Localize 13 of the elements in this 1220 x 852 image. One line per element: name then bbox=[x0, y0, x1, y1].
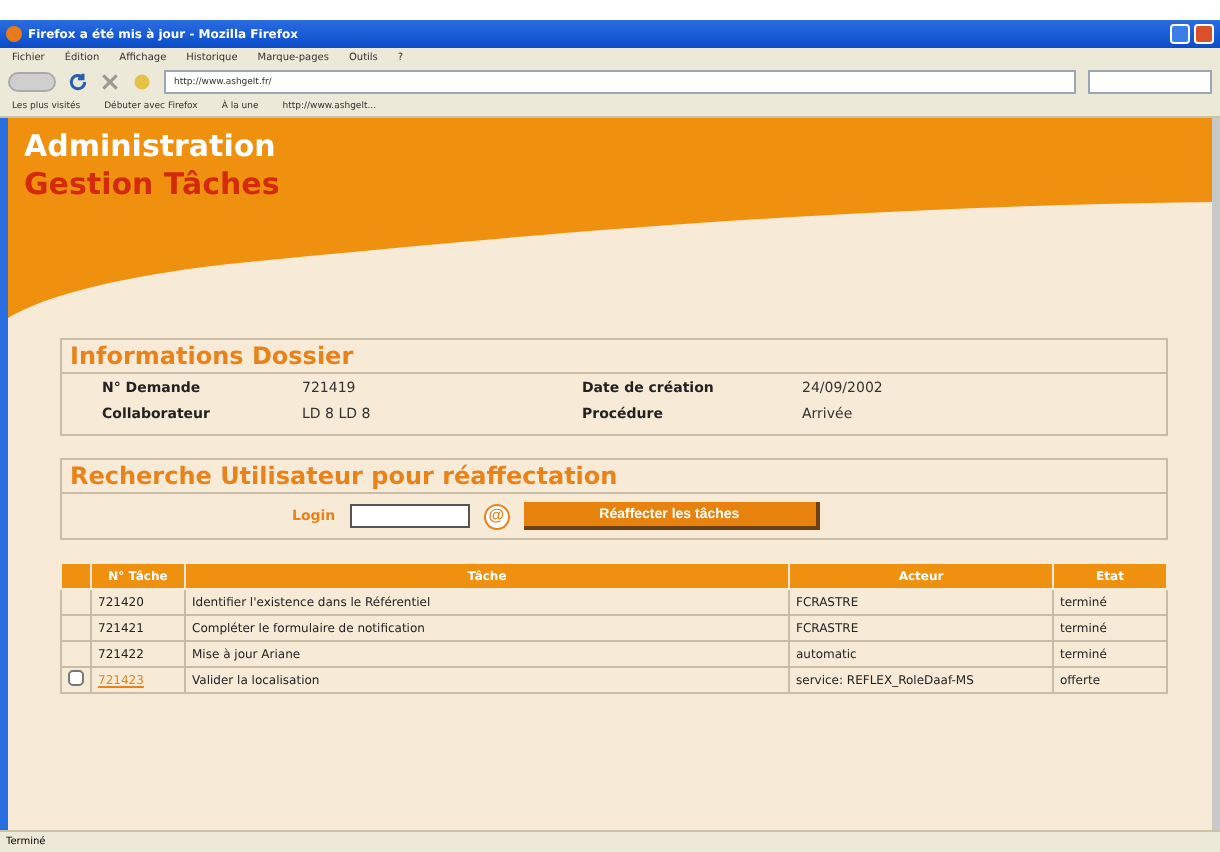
stop-icon[interactable] bbox=[100, 72, 120, 92]
section-title: Recherche Utilisateur pour réaffectation bbox=[62, 460, 1166, 494]
reload-icon[interactable] bbox=[68, 72, 88, 92]
login-field[interactable] bbox=[349, 504, 470, 528]
page-title: Administration bbox=[24, 128, 276, 166]
search-field[interactable] bbox=[1088, 70, 1212, 94]
section-title: Informations Dossier bbox=[62, 340, 1166, 374]
row-checkbox[interactable] bbox=[68, 670, 84, 686]
close-button[interactable] bbox=[1194, 24, 1214, 44]
firefox-icon bbox=[6, 26, 22, 42]
minimize-button[interactable] bbox=[1170, 24, 1190, 44]
page-subtitle: Gestion Tâches bbox=[24, 166, 280, 204]
header-cell bbox=[61, 563, 91, 589]
